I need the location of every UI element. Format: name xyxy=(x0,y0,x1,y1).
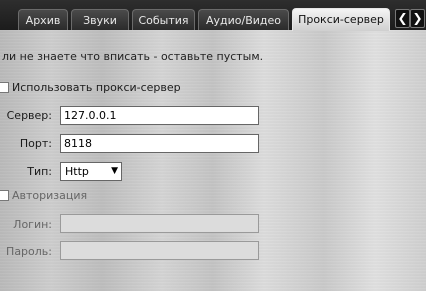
chevron-right-icon: ❯ xyxy=(412,11,423,25)
chevron-left-icon: ❮ xyxy=(397,11,408,25)
type-select-value: Http xyxy=(65,165,89,178)
port-input[interactable]: 8118 xyxy=(60,134,259,153)
login-label: Логин: xyxy=(13,218,52,231)
type-select[interactable]: Http ▼ xyxy=(60,162,122,181)
server-label: Сервер: xyxy=(6,109,52,122)
tab-audio-video[interactable]: Аудио/Видео xyxy=(198,9,289,30)
type-label: Тип: xyxy=(27,165,52,178)
auth-checkbox[interactable] xyxy=(0,190,9,201)
port-label: Порт: xyxy=(19,137,52,150)
tab-bar: Архив Звуки События Аудио/Видео Прокси-с… xyxy=(0,0,426,31)
use-proxy-row: Использовать прокси-сервер xyxy=(0,81,181,94)
hint-text: ли не знаете что вписать - оставьте пуст… xyxy=(2,50,264,63)
triangle-down-icon: ▼ xyxy=(111,166,118,176)
tab-scroll-left-button[interactable]: ❮ xyxy=(395,9,410,28)
use-proxy-checkbox[interactable] xyxy=(0,82,9,93)
tab-scroll-right-button[interactable]: ❯ xyxy=(410,9,425,28)
auth-row: Авторизация xyxy=(0,189,87,202)
use-proxy-label: Использовать прокси-сервер xyxy=(12,81,181,94)
tab-events[interactable]: События xyxy=(132,9,195,30)
server-input[interactable]: 127.0.0.1 xyxy=(60,106,259,125)
auth-label: Авторизация xyxy=(12,189,88,202)
tab-archive[interactable]: Архив xyxy=(18,9,68,30)
login-input[interactable] xyxy=(60,214,259,233)
tab-sounds[interactable]: Звуки xyxy=(71,9,129,30)
password-label: Пароль: xyxy=(6,245,52,258)
password-input[interactable] xyxy=(60,241,259,260)
tab-proxy-server[interactable]: Прокси-сервер xyxy=(292,8,390,31)
